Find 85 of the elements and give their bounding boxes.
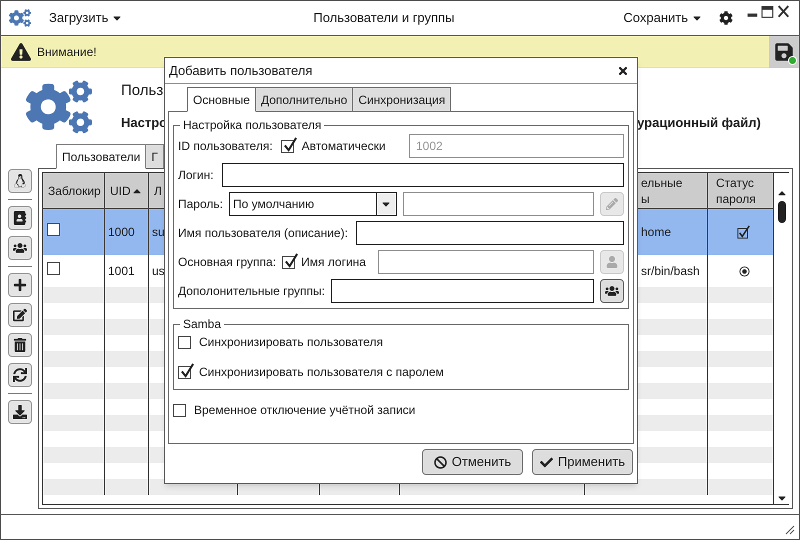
pencil-icon (606, 198, 618, 210)
checkbox[interactable] (173, 404, 186, 416)
dialog-tab[interactable]: Дополнительно (254, 87, 354, 112)
contact-icon (12, 211, 26, 225)
resize-grip-icon[interactable] (785, 525, 795, 535)
edit-icon (12, 308, 26, 322)
users-icon (605, 284, 619, 298)
groups-button[interactable] (600, 279, 624, 303)
dialog-tab[interactable]: Синхронизация (352, 87, 452, 112)
group-legend: Настройка пользователя (180, 116, 324, 134)
users-icon (12, 241, 26, 255)
apply-button[interactable]: Применить (532, 449, 633, 475)
field-label: Имя пользователя (описание): (178, 225, 348, 242)
warning-text: Внимание! (37, 44, 97, 60)
window-controls-icon[interactable] (747, 5, 791, 20)
save-menu[interactable]: Сохранить (623, 8, 703, 28)
delete-button[interactable] (8, 333, 32, 357)
column-header[interactable]: Заблокир (43, 182, 101, 198)
checkbox[interactable] (47, 223, 60, 236)
group-field[interactable] (378, 250, 594, 274)
table-cell-text: us (151, 263, 165, 280)
table-cell-text: su (151, 224, 165, 241)
add-icon (12, 278, 26, 292)
column-header[interactable]: Л (149, 182, 162, 198)
checkbox[interactable] (178, 366, 191, 378)
field-label: ID пользователя: (178, 138, 273, 155)
field-label: Пароль: (178, 196, 223, 213)
save-icon (774, 42, 794, 62)
tab[interactable]: Пользователи (56, 144, 146, 169)
warning-icon (11, 42, 31, 62)
checkbox[interactable] (47, 262, 60, 275)
cancel-button[interactable]: Отменить (422, 449, 523, 475)
login-field[interactable] (222, 163, 624, 187)
scrollbar[interactable] (774, 172, 789, 505)
field-label: Логин: (178, 167, 214, 184)
checkmark-icon (284, 252, 300, 268)
checkmark-icon (180, 362, 195, 378)
checkmark-icon (540, 456, 553, 468)
refresh-icon (12, 368, 26, 382)
users-button[interactable] (8, 236, 32, 260)
checkbox[interactable] (282, 256, 296, 268)
save-button[interactable] (769, 36, 799, 68)
ban-icon (434, 456, 447, 468)
scrollbar-thumb[interactable] (778, 201, 786, 223)
close-icon[interactable] (617, 64, 629, 76)
tab[interactable]: Г (145, 144, 164, 169)
checkbox-label: Автоматически (302, 138, 386, 155)
field-label: Дополонительные группы: (178, 283, 326, 300)
dialog-title: Добавить пользователя (169, 62, 312, 80)
penguin-button[interactable] (8, 169, 32, 193)
penguin-icon (12, 174, 26, 188)
contact-button[interactable] (8, 206, 32, 230)
column-header[interactable]: Статус пароля (708, 174, 773, 206)
dialog-tab[interactable]: Основные (187, 87, 256, 112)
gears-icon (9, 7, 31, 29)
refresh-button[interactable] (8, 363, 32, 387)
group-legend: Samba (180, 315, 224, 333)
load-menu[interactable]: Загрузить (49, 8, 124, 28)
page-subtitle: урационный файл) (637, 114, 761, 132)
window-title: Пользователи и группы (313, 9, 454, 28)
password-field[interactable] (402, 192, 594, 216)
page-title: Польз (121, 81, 164, 101)
table-cell-text: 1001 (107, 263, 135, 280)
delete-icon (12, 338, 26, 352)
settings-icon[interactable] (719, 11, 733, 25)
checkbox-label: Имя логина (301, 254, 366, 271)
field-label: Основная группа: (178, 254, 276, 271)
table-cell-text: sr/bin/bash (640, 263, 700, 280)
download-icon (12, 405, 26, 419)
table-cell-text: 1000 (107, 224, 135, 241)
password-select[interactable]: По умолчанию (228, 192, 397, 216)
groups-field[interactable] (331, 279, 594, 303)
checkbox[interactable] (280, 140, 294, 152)
column-header[interactable]: UID (105, 182, 143, 198)
edit-button[interactable] (8, 303, 32, 327)
name-field[interactable] (356, 221, 624, 245)
add-button[interactable] (8, 273, 32, 297)
table-cell-text: home (640, 224, 672, 241)
download-button[interactable] (8, 400, 32, 424)
user-icon (606, 256, 618, 268)
checkbox[interactable] (178, 336, 191, 348)
checkbox-label: Временное отключение учётной записи (194, 402, 416, 419)
checkbox-label: Синхронизировать пользователя (199, 334, 383, 351)
checkmark-icon (282, 136, 298, 152)
checkbox-label: Синхронизировать пользователя с паролем (199, 364, 444, 381)
